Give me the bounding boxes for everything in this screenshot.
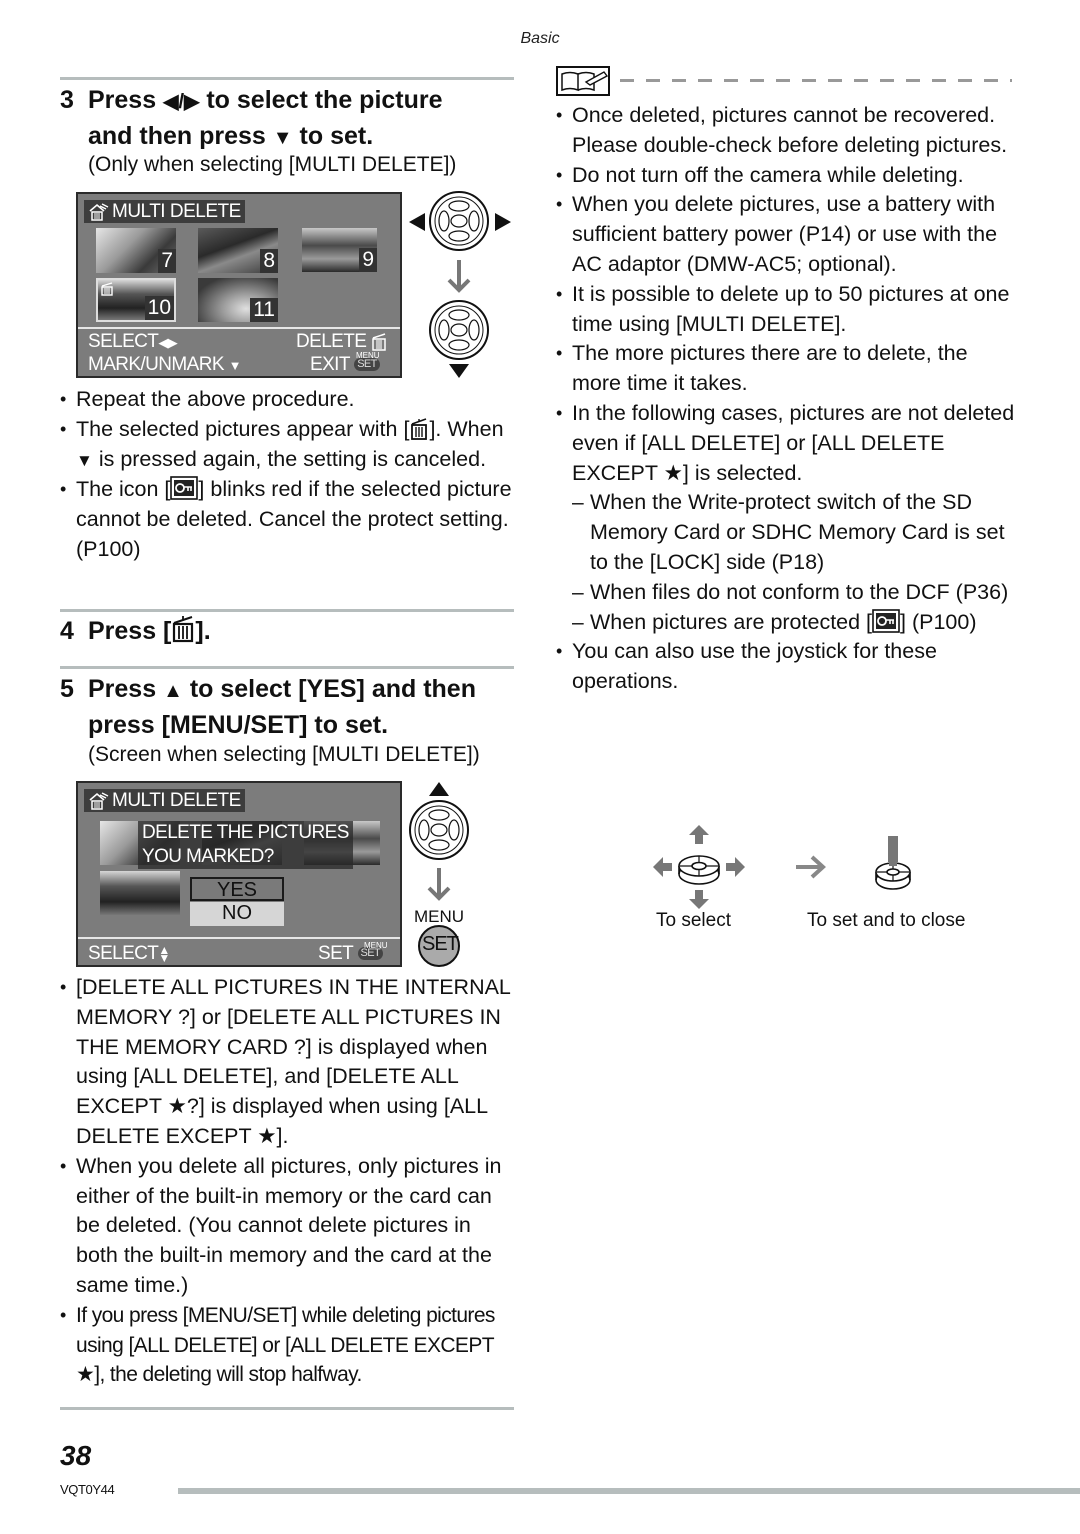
lcd-title: MULTI DELETE xyxy=(84,200,245,223)
sub-item: When files do not conform to the DCF (P3… xyxy=(556,578,1016,608)
list-item: Once deleted, pictures cannot be recover… xyxy=(556,101,1016,161)
list-item: You can also use the joystick for these … xyxy=(556,637,1016,697)
right-arrow-icon xyxy=(495,213,511,231)
list-item: If you press [MENU/SET] while deleting p… xyxy=(60,1301,516,1390)
flow-arrow-icon xyxy=(447,260,471,293)
left-right-icon: ◀▶ xyxy=(158,335,178,350)
lcd-delete-hint: DELETE xyxy=(296,331,387,353)
joystick-icon xyxy=(678,855,720,885)
lcd-select-hint: SELECT◀▶ xyxy=(88,331,178,352)
lcd-screen-confirm: MULTI DELETE DELETE THE PICTURES YOU MAR… xyxy=(76,781,402,967)
thumbnail[interactable]: 11 xyxy=(198,278,278,322)
joystick-icon xyxy=(875,862,911,890)
step-number: 3 xyxy=(60,86,74,114)
list-item: It is possible to delete up to 50 pictur… xyxy=(556,280,1016,340)
step-5-note: (Screen when selecting [MULTI DELETE]) xyxy=(88,743,480,766)
list-item: [DELETE ALL PICTURES IN THE INTERNAL MEM… xyxy=(60,973,516,1152)
step-3-heading: 3 Press ◀/▶ to select the picture and the… xyxy=(60,83,520,155)
divider xyxy=(60,609,514,612)
lcd-separator xyxy=(78,937,400,939)
document-code: VQT0Y44 xyxy=(60,1482,115,1497)
step-3-note: (Only when selecting [MULTI DELETE]) xyxy=(88,153,457,176)
thumbnail[interactable]: 7 xyxy=(96,228,176,273)
list-item: In the following cases, pictures are not… xyxy=(556,399,1016,488)
down-arrow-icon xyxy=(449,364,469,378)
divider xyxy=(60,666,514,669)
cursor-pad-icon xyxy=(429,191,489,251)
step-3-notes: Repeat the above procedure. The selected… xyxy=(60,385,515,565)
thumbnail xyxy=(100,871,180,915)
trash-icon xyxy=(372,333,386,351)
left-arrow-icon xyxy=(409,213,425,231)
down-arrow-icon: ▼ xyxy=(76,450,93,470)
thumbnail-selected[interactable]: 10 xyxy=(96,278,176,322)
sub-item: When pictures are protected [] (P100) xyxy=(556,608,1016,638)
yes-option[interactable]: YES xyxy=(190,877,284,901)
up-arrow-icon xyxy=(429,782,449,796)
menu-label: MENU xyxy=(414,907,465,926)
down-arrow-icon: ▼ xyxy=(272,127,293,149)
list-item: The selected pictures appear with []. Wh… xyxy=(60,415,515,476)
joystick-diagram xyxy=(653,825,911,909)
step-5-heading: 5 Press ▲ to select [YES] and then press … xyxy=(60,675,476,739)
book-pencil-icon xyxy=(556,66,610,96)
list-item: The more pictures there are to delete, t… xyxy=(556,339,1016,399)
up-down-icon: ▲ ▼ xyxy=(158,942,170,965)
list-item: When you delete pictures, use a battery … xyxy=(556,190,1016,279)
list-item: When you delete all pictures, only pictu… xyxy=(60,1152,516,1301)
cursor-pad-icon xyxy=(429,300,489,360)
down-icon: ▼ xyxy=(228,358,242,373)
thumbnail[interactable]: 9 xyxy=(302,228,377,272)
flow-arrow-icon xyxy=(796,855,826,879)
protect-key-icon xyxy=(170,476,199,501)
button-diagram-step3 xyxy=(409,191,511,378)
confirm-question: DELETE THE PICTURES YOU MARKED? xyxy=(138,821,353,869)
lcd-separator xyxy=(78,327,400,329)
list-item: The icon [] blinks red if the selected p… xyxy=(60,475,515,564)
up-arrow-icon: ▲ xyxy=(163,680,183,702)
caption-to-set: To set and to close xyxy=(807,910,966,931)
set-label: SET xyxy=(422,933,459,955)
protect-key-icon xyxy=(872,608,900,633)
no-option[interactable]: NO xyxy=(190,902,284,926)
notes-list: Once deleted, pictures cannot be recover… xyxy=(556,101,1016,697)
lcd-title: MULTI DELETE xyxy=(84,789,245,812)
lcd-mark-hint: MARK/UNMARK ▼ xyxy=(88,354,242,375)
step-4-heading: 4 Press []. xyxy=(60,616,211,645)
left-right-arrows-icon: ◀/▶ xyxy=(163,91,200,113)
multi-delete-icon xyxy=(89,792,109,810)
thumbnail[interactable]: 8 xyxy=(198,228,278,273)
page-number: 38 xyxy=(60,1440,92,1471)
list-item: Do not turn off the camera while deletin… xyxy=(556,161,1016,191)
divider xyxy=(60,77,514,80)
sub-item: When the Write-protect switch of the SD … xyxy=(556,488,1016,577)
caption-to-select: To select xyxy=(656,910,731,931)
trash-icon xyxy=(173,616,194,643)
step-5-notes: [DELETE ALL PICTURES IN THE INTERNAL MEM… xyxy=(60,973,516,1390)
list-item: Repeat the above procedure. xyxy=(60,385,515,415)
flow-arrow-icon xyxy=(427,868,451,901)
trash-icon xyxy=(411,418,428,440)
cursor-pad-icon xyxy=(409,800,469,860)
lcd-select-hint: SELECT▲ ▼ xyxy=(88,942,170,965)
footer-bar xyxy=(178,1488,1080,1494)
trash-mark-icon xyxy=(101,282,113,296)
multi-delete-icon xyxy=(89,203,109,221)
section-label: Basic xyxy=(520,30,560,47)
lcd-screen-multi-delete: MULTI DELETE 7 8 9 10 11 SELECT◀▶ DELETE… xyxy=(76,192,402,378)
divider xyxy=(60,1407,514,1410)
notes-divider xyxy=(620,79,1012,82)
